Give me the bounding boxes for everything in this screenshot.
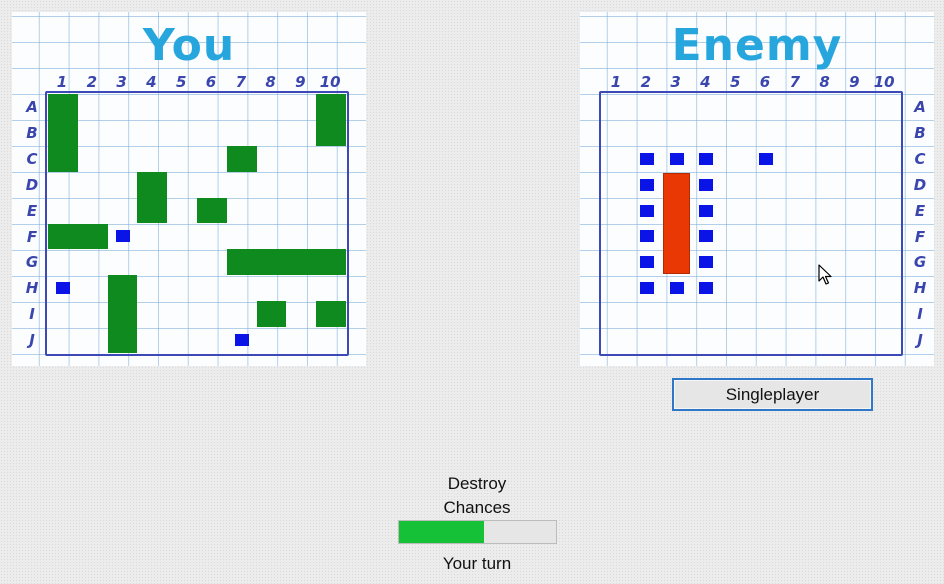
miss-marker (699, 282, 714, 295)
ship (226, 145, 257, 172)
row-label: I (917, 305, 923, 324)
singleplayer-button[interactable]: Singleplayer (672, 378, 873, 411)
enemy-board[interactable]: Enemy 1 2 3 4 5 6 7 8 9 10 ABCDEFGHIJ (580, 12, 934, 366)
row-label: E (26, 201, 38, 220)
enemy-board-title: Enemy (671, 20, 843, 71)
ship (256, 301, 287, 328)
ship (226, 249, 346, 276)
miss-marker (115, 230, 130, 243)
progress-fill (399, 521, 484, 543)
destroy-chances-label: Destroy Chances (396, 472, 558, 520)
destroy-label-line2: Chances (443, 498, 511, 517)
column-label: 9 (849, 73, 860, 91)
miss-marker (234, 334, 249, 347)
miss-marker (55, 282, 70, 295)
ship (316, 94, 346, 146)
column-label: 2 (640, 73, 652, 91)
miss-marker (639, 230, 654, 243)
player-board-title: You (142, 20, 236, 71)
miss-marker (669, 282, 684, 295)
column-label: 3 (670, 73, 681, 91)
column-label: 5 (175, 73, 187, 91)
miss-marker (699, 256, 714, 269)
column-label: 2 (86, 73, 98, 91)
row-label: C (914, 149, 926, 168)
column-label: 5 (729, 73, 741, 91)
ship (197, 197, 227, 224)
row-label: I (29, 305, 35, 324)
row-label: E (914, 201, 926, 220)
miss-marker (699, 152, 714, 165)
ship (48, 223, 108, 250)
row-label: F (26, 227, 38, 246)
column-label: 8 (819, 73, 830, 91)
miss-marker (758, 152, 773, 165)
turn-status: Your turn (442, 554, 512, 573)
miss-marker (699, 204, 714, 217)
column-label: 6 (759, 73, 771, 91)
row-label: D (913, 175, 927, 194)
row-label: J (917, 331, 923, 350)
row-label: F (914, 227, 926, 246)
column-label: 4 (700, 73, 711, 91)
mouse-pointer-icon (818, 264, 832, 285)
row-label: G (25, 253, 39, 272)
row-label: B (26, 123, 38, 142)
column-label: 8 (265, 73, 276, 91)
destroy-label-line1: Destroy (447, 474, 507, 493)
miss-marker (639, 282, 654, 295)
ship (48, 94, 78, 172)
destroyed-ship (662, 172, 691, 275)
ship (137, 171, 168, 224)
miss-marker (639, 152, 654, 165)
row-label: C (26, 149, 38, 168)
row-label: H (913, 279, 927, 298)
enemy-board-frame (599, 91, 903, 356)
column-label: 1 (610, 73, 622, 91)
miss-marker (669, 152, 684, 165)
miss-marker (699, 230, 714, 243)
row-label: A (914, 98, 926, 116)
column-label: 10 (873, 73, 895, 91)
row-label: A (26, 98, 38, 116)
row-label: B (914, 123, 926, 142)
row-label: H (25, 279, 39, 298)
player-board: You 1 2 3 4 5 6 7 8 9 10 ABCDEFGHIJ (12, 12, 366, 366)
column-label: 3 (116, 73, 127, 91)
column-label: 10 (319, 73, 341, 91)
column-label: 4 (146, 73, 157, 91)
column-label: 1 (56, 73, 68, 91)
ship (316, 301, 346, 328)
column-label: 6 (205, 73, 217, 91)
column-label: 9 (295, 73, 306, 91)
miss-marker (639, 204, 654, 217)
miss-marker (639, 178, 654, 191)
miss-marker (699, 178, 714, 191)
column-label: 7 (235, 73, 247, 91)
row-label: J (29, 331, 35, 350)
ship (107, 275, 138, 353)
miss-marker (639, 256, 654, 269)
column-label: 7 (789, 73, 801, 91)
row-label: D (25, 175, 39, 194)
row-label: G (913, 253, 927, 272)
destroy-chances-progress-bar (398, 520, 557, 544)
